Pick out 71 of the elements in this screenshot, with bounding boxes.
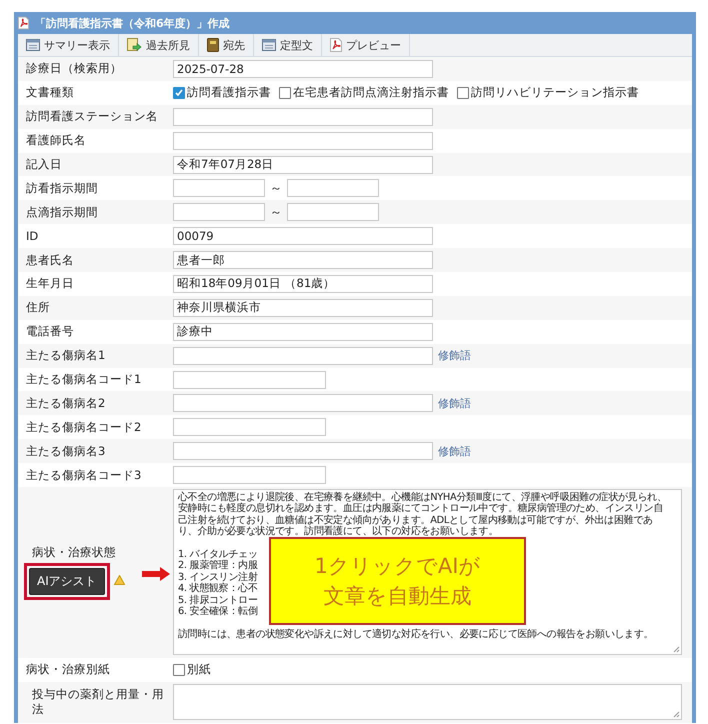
link[interactable]: 修飾語 bbox=[438, 396, 471, 411]
paragraph: 心不全の増悪により退院後、在宅療養を継続中。心機能はNYHA分類Ⅲ度にて、浮腫や呼吸困難の症状が見られ、安静時にも軽度の息切れを認めます。血圧は内服薬にてコントロール中です。糖尿病管理のため、インスリン自己注射を続けており、血糖値は不安定な傾向があります。ADLとして屋内移動は可能ですが、外出は困難であり、介助が必要な状況です。訪問看護にて、以下の対応をお願いします。 bbox=[178, 492, 668, 538]
list-item: 1. バイタルチェッ bbox=[178, 549, 258, 560]
checkbox[interactable]: 在宅患者訪問点滴注射指示書 bbox=[279, 85, 449, 100]
input-field[interactable]: 令和7年07月28日 bbox=[173, 156, 433, 174]
field-label: 主たる傷病名1 bbox=[25, 348, 106, 364]
arrow bbox=[142, 567, 170, 582]
input-field[interactable] bbox=[173, 394, 433, 412]
input-field[interactable] bbox=[173, 203, 265, 222]
resize-grip-icon bbox=[673, 710, 680, 718]
field-label: 訪看指示期間 bbox=[25, 180, 99, 196]
field-label: 患者氏名 bbox=[25, 252, 75, 268]
field-label: 主たる傷病名2 bbox=[25, 396, 106, 411]
window-title: 「訪問看護指示書（令和6年度）」作成 bbox=[35, 16, 230, 30]
input-field[interactable] bbox=[173, 466, 326, 484]
list-item: 3. インスリン注射 bbox=[178, 572, 258, 583]
checkbox[interactable]: 訪問看護指示書 bbox=[173, 85, 271, 100]
field-label: 投与中の薬剤と用量・用法 bbox=[31, 687, 165, 718]
link[interactable]: 修飾語 bbox=[438, 348, 471, 364]
field-label: 主たる傷病名コード1 bbox=[25, 372, 142, 388]
field-label: 電話番号 bbox=[25, 324, 75, 340]
list-item: 4. 状態観察：心不 bbox=[178, 583, 258, 594]
window-icon bbox=[26, 39, 40, 51]
field-label: 文書種類 bbox=[25, 85, 75, 100]
input-field[interactable] bbox=[173, 418, 326, 436]
list-item: 6. 安全確保：転倒 bbox=[178, 606, 258, 618]
paragraph: 訪問時には、患者の状態変化や訴えに対して適切な対応を行い、必要に応じて医師への報告をお願いします。 bbox=[178, 628, 654, 640]
book-icon bbox=[207, 38, 219, 52]
input-field[interactable] bbox=[173, 370, 326, 389]
input-field[interactable] bbox=[173, 179, 265, 198]
field-label: 住所 bbox=[25, 300, 51, 316]
input-field[interactable] bbox=[173, 442, 433, 460]
field-label: 看護師氏名 bbox=[25, 133, 87, 148]
warning-icon bbox=[114, 575, 125, 586]
pdf-icon bbox=[18, 16, 29, 30]
input-field[interactable] bbox=[173, 108, 433, 126]
field-label: ID bbox=[25, 228, 40, 244]
field-label: 病状・治療別紙 bbox=[25, 662, 111, 678]
link[interactable]: 修飾語 bbox=[438, 444, 471, 459]
input-field[interactable]: 患者一郎 bbox=[173, 251, 433, 270]
field-label: 主たる傷病名3 bbox=[25, 444, 106, 459]
field-label: 訪問看護ステーション名 bbox=[25, 109, 159, 124]
resize-grip-icon bbox=[673, 646, 680, 654]
input-field[interactable]: 00079 bbox=[173, 227, 433, 246]
list-item: 5. 排尿コントロー bbox=[178, 594, 258, 606]
ai-assist-button[interactable]: AIアシスト bbox=[29, 568, 105, 596]
window-icon bbox=[262, 39, 276, 51]
range-separator: ～ bbox=[270, 204, 282, 221]
input-field[interactable] bbox=[287, 203, 379, 222]
document-arrow-icon bbox=[127, 38, 142, 52]
input-field[interactable] bbox=[173, 346, 433, 365]
input-field[interactable]: 神奈川県横浜市 bbox=[173, 298, 433, 317]
field-label: 生年月日 bbox=[25, 276, 75, 292]
field-label: 主たる傷病名コード2 bbox=[25, 420, 142, 435]
pdf-icon bbox=[330, 38, 342, 52]
input-field[interactable]: 診療中 bbox=[173, 322, 433, 341]
input-field[interactable]: 昭和18年09月01日 （81歳） bbox=[173, 274, 433, 293]
callout: 1クリックでAIが 文章を自動生成 bbox=[269, 537, 526, 626]
field-label: 病状・治療状態 bbox=[31, 545, 117, 560]
checkbox[interactable]: 訪問リハビリテーション指示書 bbox=[457, 85, 639, 100]
field-label: 主たる傷病名コード3 bbox=[25, 468, 142, 483]
field-label: 点滴指示期間 bbox=[25, 204, 99, 220]
field-label: 診療日（検索用） bbox=[25, 61, 123, 76]
input-field[interactable] bbox=[173, 132, 433, 150]
check-icon bbox=[175, 88, 183, 97]
list-item: 2. 服薬管理：内服 bbox=[178, 560, 258, 572]
input-field[interactable]: 2025-07-28 bbox=[173, 60, 433, 78]
range-separator: ～ bbox=[270, 180, 282, 197]
input-field[interactable] bbox=[287, 179, 379, 198]
checkbox[interactable]: 別紙 bbox=[173, 662, 211, 678]
field-label: 記入日 bbox=[25, 157, 63, 172]
